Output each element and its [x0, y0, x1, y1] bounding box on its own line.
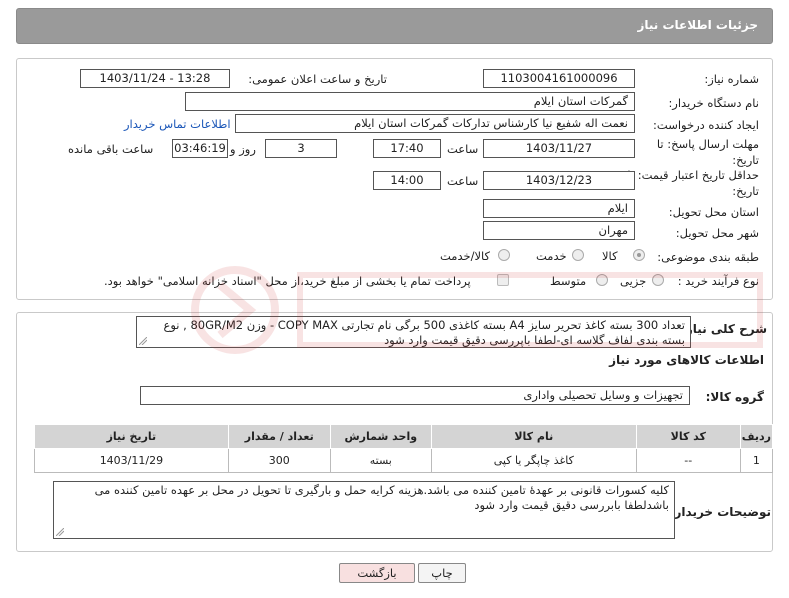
days-and-label: روز و [230, 142, 256, 156]
remaining-time-field: 03:46:19 [172, 139, 228, 158]
col-qty: تعداد / مقدار [227, 424, 331, 449]
need-number-field: 1103004161000096 [483, 69, 635, 88]
summary-label: شرح کلی نیاز: [681, 322, 767, 336]
purchase-type-label: نوع فرآیند خرید : [677, 274, 759, 288]
goods-table: ردیف کد کالا نام کالا واحد شمارش تعداد /… [34, 424, 774, 473]
print-button[interactable]: چاپ [418, 563, 466, 583]
days-remaining-field: 3 [265, 139, 337, 158]
goods-group-label: گروه کالا: [705, 390, 764, 404]
table-header-row: ردیف کد کالا نام کالا واحد شمارش تعداد /… [34, 424, 774, 449]
announce-datetime-field: 1403/11/24 - 13:28 [80, 69, 230, 88]
cell-date: 1403/11/29 [34, 448, 229, 473]
back-button[interactable]: بازگشت [339, 563, 415, 583]
deadline-time-label: ساعت [447, 142, 479, 156]
validity-time-field: 14:00 [373, 171, 441, 190]
province-label: استان محل تحویل: [668, 205, 759, 219]
page-title: جزئیات اطلاعات نیاز [637, 18, 758, 32]
validity-label: حداقل تاریخ اعتبار قیمت: تا تاریخ: [627, 168, 759, 198]
deadline-label: مهلت ارسال پاسخ: تا تاریخ: [656, 137, 759, 167]
remaining-label: ساعت باقی مانده [68, 142, 154, 156]
goods-group-field: تجهیزات و وسایل تحصیلی واداری [140, 386, 690, 405]
purchase-minor-label: جزیی [620, 274, 647, 288]
city-label: شهر محل تحویل: [675, 226, 759, 240]
cell-code: -- [635, 448, 741, 473]
resize-grip-icon[interactable] [139, 337, 147, 345]
purchase-minor-radio[interactable] [652, 274, 664, 286]
city-field: مهران [483, 221, 635, 240]
summary-textarea: تعداد 300 بسته کاغذ تحریر سایز A4 بسته ک… [136, 316, 691, 348]
cell-qty: 300 [227, 448, 331, 473]
col-name: نام کالا [430, 424, 637, 449]
category-service-label: خدمت [536, 249, 567, 263]
col-date: تاریخ نیاز [34, 424, 229, 449]
cell-unit: بسته [329, 448, 432, 473]
category-goods-radio[interactable] [633, 249, 645, 261]
col-unit: واحد شمارش [329, 424, 432, 449]
category-service-radio[interactable] [572, 249, 584, 261]
creator-label: ایجاد کننده درخواست: [653, 118, 759, 132]
validity-time-label: ساعت [447, 174, 479, 188]
summary-text: تعداد 300 بسته کاغذ تحریر سایز A4 بسته ک… [163, 318, 685, 347]
cell-row: 1 [739, 448, 774, 473]
purchase-medium-radio[interactable] [596, 274, 608, 286]
page-header: جزئیات اطلاعات نیاز [16, 8, 773, 44]
creator-field: نعمت اله شفیع نیا کارشناس تدارکات گمرکات… [235, 114, 635, 133]
table-row: 1 -- کاغذ چاپگر یا کپی بسته 300 1403/11/… [34, 448, 774, 473]
buyer-contact-link[interactable]: اطلاعات تماس خریدار [124, 117, 231, 131]
province-field: ایلام [483, 199, 635, 218]
validity-date-field: 1403/12/23 [483, 171, 635, 190]
category-goods-label: کالا [602, 249, 618, 263]
category-label: طبقه بندی موضوعی: [657, 250, 759, 264]
treasury-payment-checkbox[interactable] [497, 274, 509, 286]
treasury-payment-text: پرداخت تمام یا بخشی از مبلغ خرید،از محل … [104, 274, 471, 288]
category-goods-service-label: کالا/خدمت [440, 249, 491, 263]
col-row: ردیف [739, 424, 774, 449]
announce-label: تاریخ و ساعت اعلان عمومی: [248, 72, 387, 86]
category-goods-service-radio[interactable] [498, 249, 510, 261]
deadline-date-field: 1403/11/27 [483, 139, 635, 158]
cell-name: کاغذ چاپگر یا کپی [430, 448, 637, 473]
buyer-org-label: نام دستگاه خریدار: [668, 96, 759, 110]
purchase-medium-label: متوسط [550, 274, 587, 288]
need-number-label: شماره نیاز: [704, 72, 759, 86]
buyer-notes-text: کلیه کسورات قانونی بر عهدهٔ تامین کننده … [94, 483, 669, 512]
resize-grip-icon[interactable] [56, 528, 64, 536]
buyer-notes-label: توضیحات خریدار: [669, 505, 771, 519]
buyer-notes-textarea: کلیه کسورات قانونی بر عهدهٔ تامین کننده … [53, 481, 675, 539]
buyer-org-field: گمرکات استان ایلام [185, 92, 635, 111]
goods-info-title: اطلاعات کالاهای مورد نیاز [609, 353, 764, 367]
deadline-time-field: 17:40 [373, 139, 441, 158]
col-code: کد کالا [635, 424, 741, 449]
